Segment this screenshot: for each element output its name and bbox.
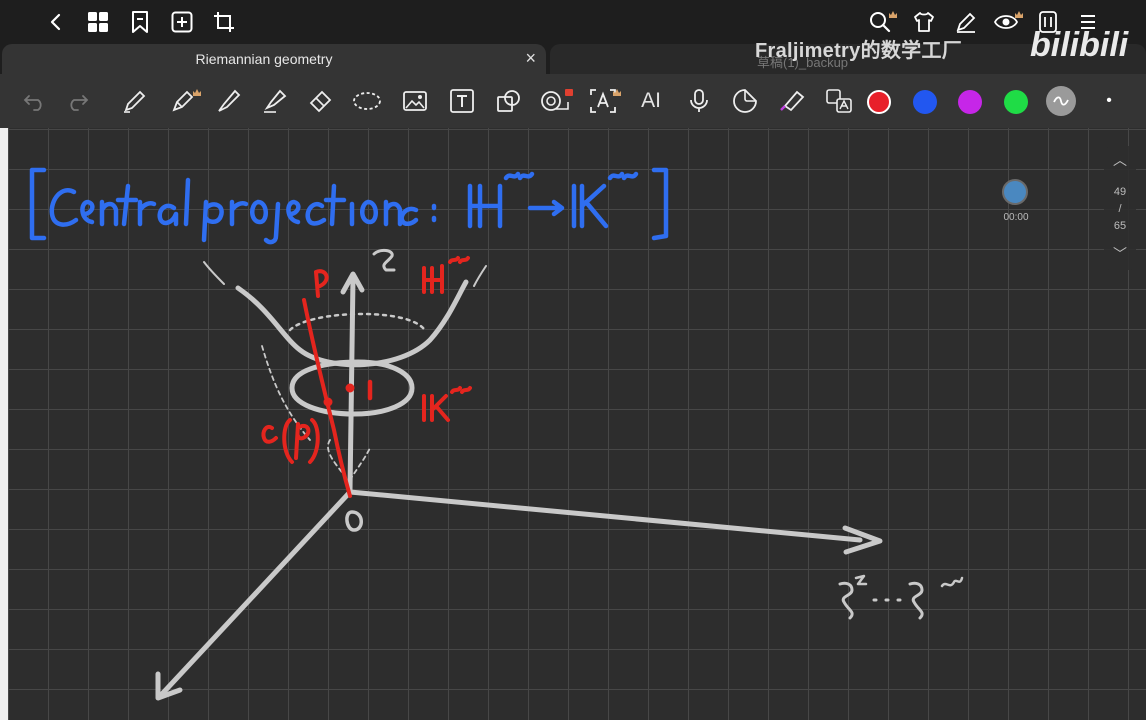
image-icon[interactable] (400, 86, 430, 116)
eraser-icon[interactable] (306, 86, 336, 116)
search-icon[interactable] (866, 8, 897, 36)
ai-assistant-button[interactable]: AI (636, 86, 666, 116)
record-button[interactable] (1002, 179, 1028, 205)
crown-badge-icon (889, 11, 897, 18)
lasso-icon[interactable] (352, 86, 382, 116)
page-separator: / (1118, 203, 1122, 215)
color-swatch-blue[interactable] (913, 90, 937, 114)
chevron-down-icon[interactable]: ﹀ (1104, 244, 1136, 264)
tape-icon[interactable] (540, 86, 573, 116)
text-box-icon[interactable] (447, 86, 477, 116)
tab-bar: Riemannian geometry × 草稿(1)_backup (0, 44, 1146, 74)
chevron-left-icon[interactable] (42, 8, 70, 36)
top-navigation-bar (0, 0, 1146, 44)
tab-title: Riemannian geometry (195, 51, 333, 67)
close-icon[interactable]: × (525, 48, 536, 69)
fountain-pen-icon[interactable] (168, 86, 201, 116)
grid-icon[interactable] (84, 8, 112, 36)
sticker-icon[interactable] (730, 86, 760, 116)
bookmark-icon[interactable] (126, 8, 154, 36)
drawing-toolbar: AI • (0, 74, 1146, 128)
pen-icon[interactable] (952, 8, 980, 36)
bilibili-logo: bilibili (1030, 26, 1129, 64)
translate-icon[interactable] (824, 86, 854, 116)
text-recognition-icon[interactable] (588, 86, 621, 116)
crop-icon[interactable] (210, 8, 238, 36)
eye-icon[interactable] (992, 8, 1023, 36)
laser-pointer-icon[interactable] (778, 86, 808, 116)
more-options-button[interactable]: • (1094, 86, 1124, 116)
color-swatch-red[interactable] (867, 90, 891, 114)
brush-pen-icon[interactable] (214, 86, 244, 116)
microphone-icon[interactable] (684, 86, 714, 116)
redo-icon[interactable] (62, 86, 92, 116)
tab-riemannian-geometry[interactable]: Riemannian geometry × (2, 44, 546, 74)
color-swatch-custom[interactable] (1046, 86, 1076, 116)
recording-time: 00:00 (1003, 212, 1029, 223)
color-swatch-green[interactable] (1004, 90, 1028, 114)
add-page-icon[interactable] (168, 8, 196, 36)
total-pages: 65 (1113, 220, 1127, 232)
pencil-icon[interactable] (120, 86, 150, 116)
color-swatch-purple[interactable] (958, 90, 982, 114)
note-canvas[interactable] (8, 128, 1146, 720)
highlighter-icon[interactable] (260, 86, 290, 116)
crown-badge-icon (193, 89, 201, 96)
channel-watermark: Fraljimetry的数学工厂 (755, 40, 963, 62)
page-indicator: ︿ 49 / 65 ﹀ (1104, 146, 1136, 270)
crown-badge-icon (1015, 11, 1023, 18)
shapes-icon[interactable] (494, 86, 524, 116)
undo-icon[interactable] (20, 86, 50, 116)
current-page: 49 (1113, 186, 1127, 198)
chevron-up-icon[interactable]: ︿ (1104, 150, 1136, 170)
crown-badge-icon (613, 89, 621, 96)
free-badge-icon (565, 89, 573, 96)
canvas-left-edge (0, 128, 8, 720)
theme-icon[interactable] (910, 8, 938, 36)
